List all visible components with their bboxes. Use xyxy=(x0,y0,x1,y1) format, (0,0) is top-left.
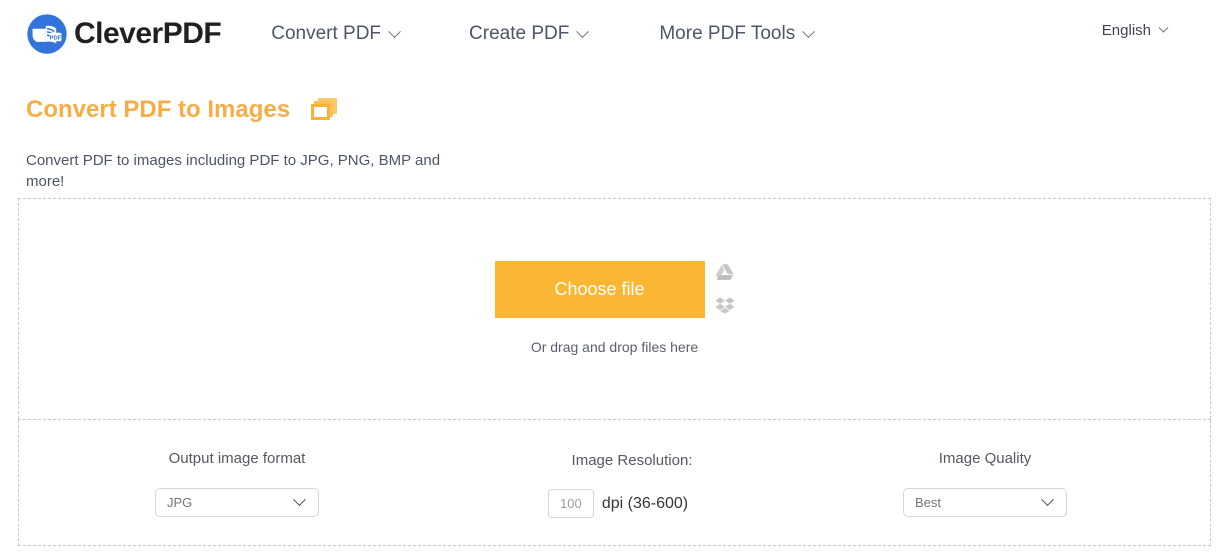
language-selector[interactable]: English xyxy=(1102,22,1167,39)
stacked-images-icon xyxy=(310,97,338,123)
site-header: PDF CleverPDF Convert PDF Create PDF Mor… xyxy=(0,0,1227,68)
drag-drop-hint: Or drag and drop files here xyxy=(19,339,1210,355)
chevron-down-icon xyxy=(1159,23,1169,33)
svg-text:PDF: PDF xyxy=(50,35,62,41)
output-format-value: JPG xyxy=(167,495,192,510)
chevron-down-icon xyxy=(388,25,401,38)
page-description: Convert PDF to images including PDF to J… xyxy=(26,150,458,193)
image-resolution-group: Image Resolution: dpi (36-600) xyxy=(449,420,779,518)
chevron-down-icon xyxy=(802,25,815,38)
chevron-down-icon xyxy=(1041,493,1054,506)
brand-logo[interactable]: PDF CleverPDF xyxy=(26,13,221,55)
image-resolution-label: Image Resolution: xyxy=(572,452,693,469)
upload-controls-row: Choose file xyxy=(19,261,1210,318)
nav-item-more-pdf-tools[interactable]: More PDF Tools xyxy=(659,23,813,45)
conversion-options: Output image format JPG Image Resolution… xyxy=(18,420,1211,546)
language-label: English xyxy=(1102,22,1151,39)
nav-label-convert-pdf: Convert PDF xyxy=(271,23,381,45)
file-dropzone[interactable]: Choose file xyxy=(18,198,1211,419)
nav-label-more-pdf-tools: More PDF Tools xyxy=(659,23,795,45)
page-heading-block: Convert PDF to Images Convert PDF to ima… xyxy=(0,68,1227,193)
page-title-row: Convert PDF to Images xyxy=(26,82,1227,138)
image-quality-select[interactable]: Best xyxy=(903,488,1067,517)
cloud-sources xyxy=(715,261,735,318)
google-drive-icon[interactable] xyxy=(715,262,735,282)
dpi-unit-label: dpi (36-600) xyxy=(602,495,688,513)
dropbox-icon[interactable] xyxy=(715,295,735,315)
output-format-group: Output image format JPG xyxy=(19,420,449,517)
image-quality-value: Best xyxy=(915,495,941,510)
output-format-label: Output image format xyxy=(169,450,306,467)
nav-label-create-pdf: Create PDF xyxy=(469,23,569,45)
chevron-down-icon xyxy=(293,493,306,506)
image-resolution-row: dpi (36-600) xyxy=(548,489,688,518)
nav-item-convert-pdf[interactable]: Convert PDF xyxy=(271,23,399,45)
choose-file-button[interactable]: Choose file xyxy=(495,261,705,318)
brand-name: CleverPDF xyxy=(74,19,221,49)
cleverpdf-logo-icon: PDF xyxy=(26,13,68,55)
output-format-select[interactable]: JPG xyxy=(155,488,319,517)
image-quality-label: Image Quality xyxy=(939,450,1032,467)
upload-card: Choose file xyxy=(18,198,1211,546)
image-quality-group: Image Quality Best xyxy=(779,420,1179,517)
chevron-down-icon xyxy=(576,25,589,38)
nav-item-create-pdf[interactable]: Create PDF xyxy=(469,23,587,45)
main-nav: Convert PDF Create PDF More PDF Tools xyxy=(221,23,813,45)
dpi-input[interactable] xyxy=(548,489,594,518)
page-title: Convert PDF to Images xyxy=(26,98,290,122)
